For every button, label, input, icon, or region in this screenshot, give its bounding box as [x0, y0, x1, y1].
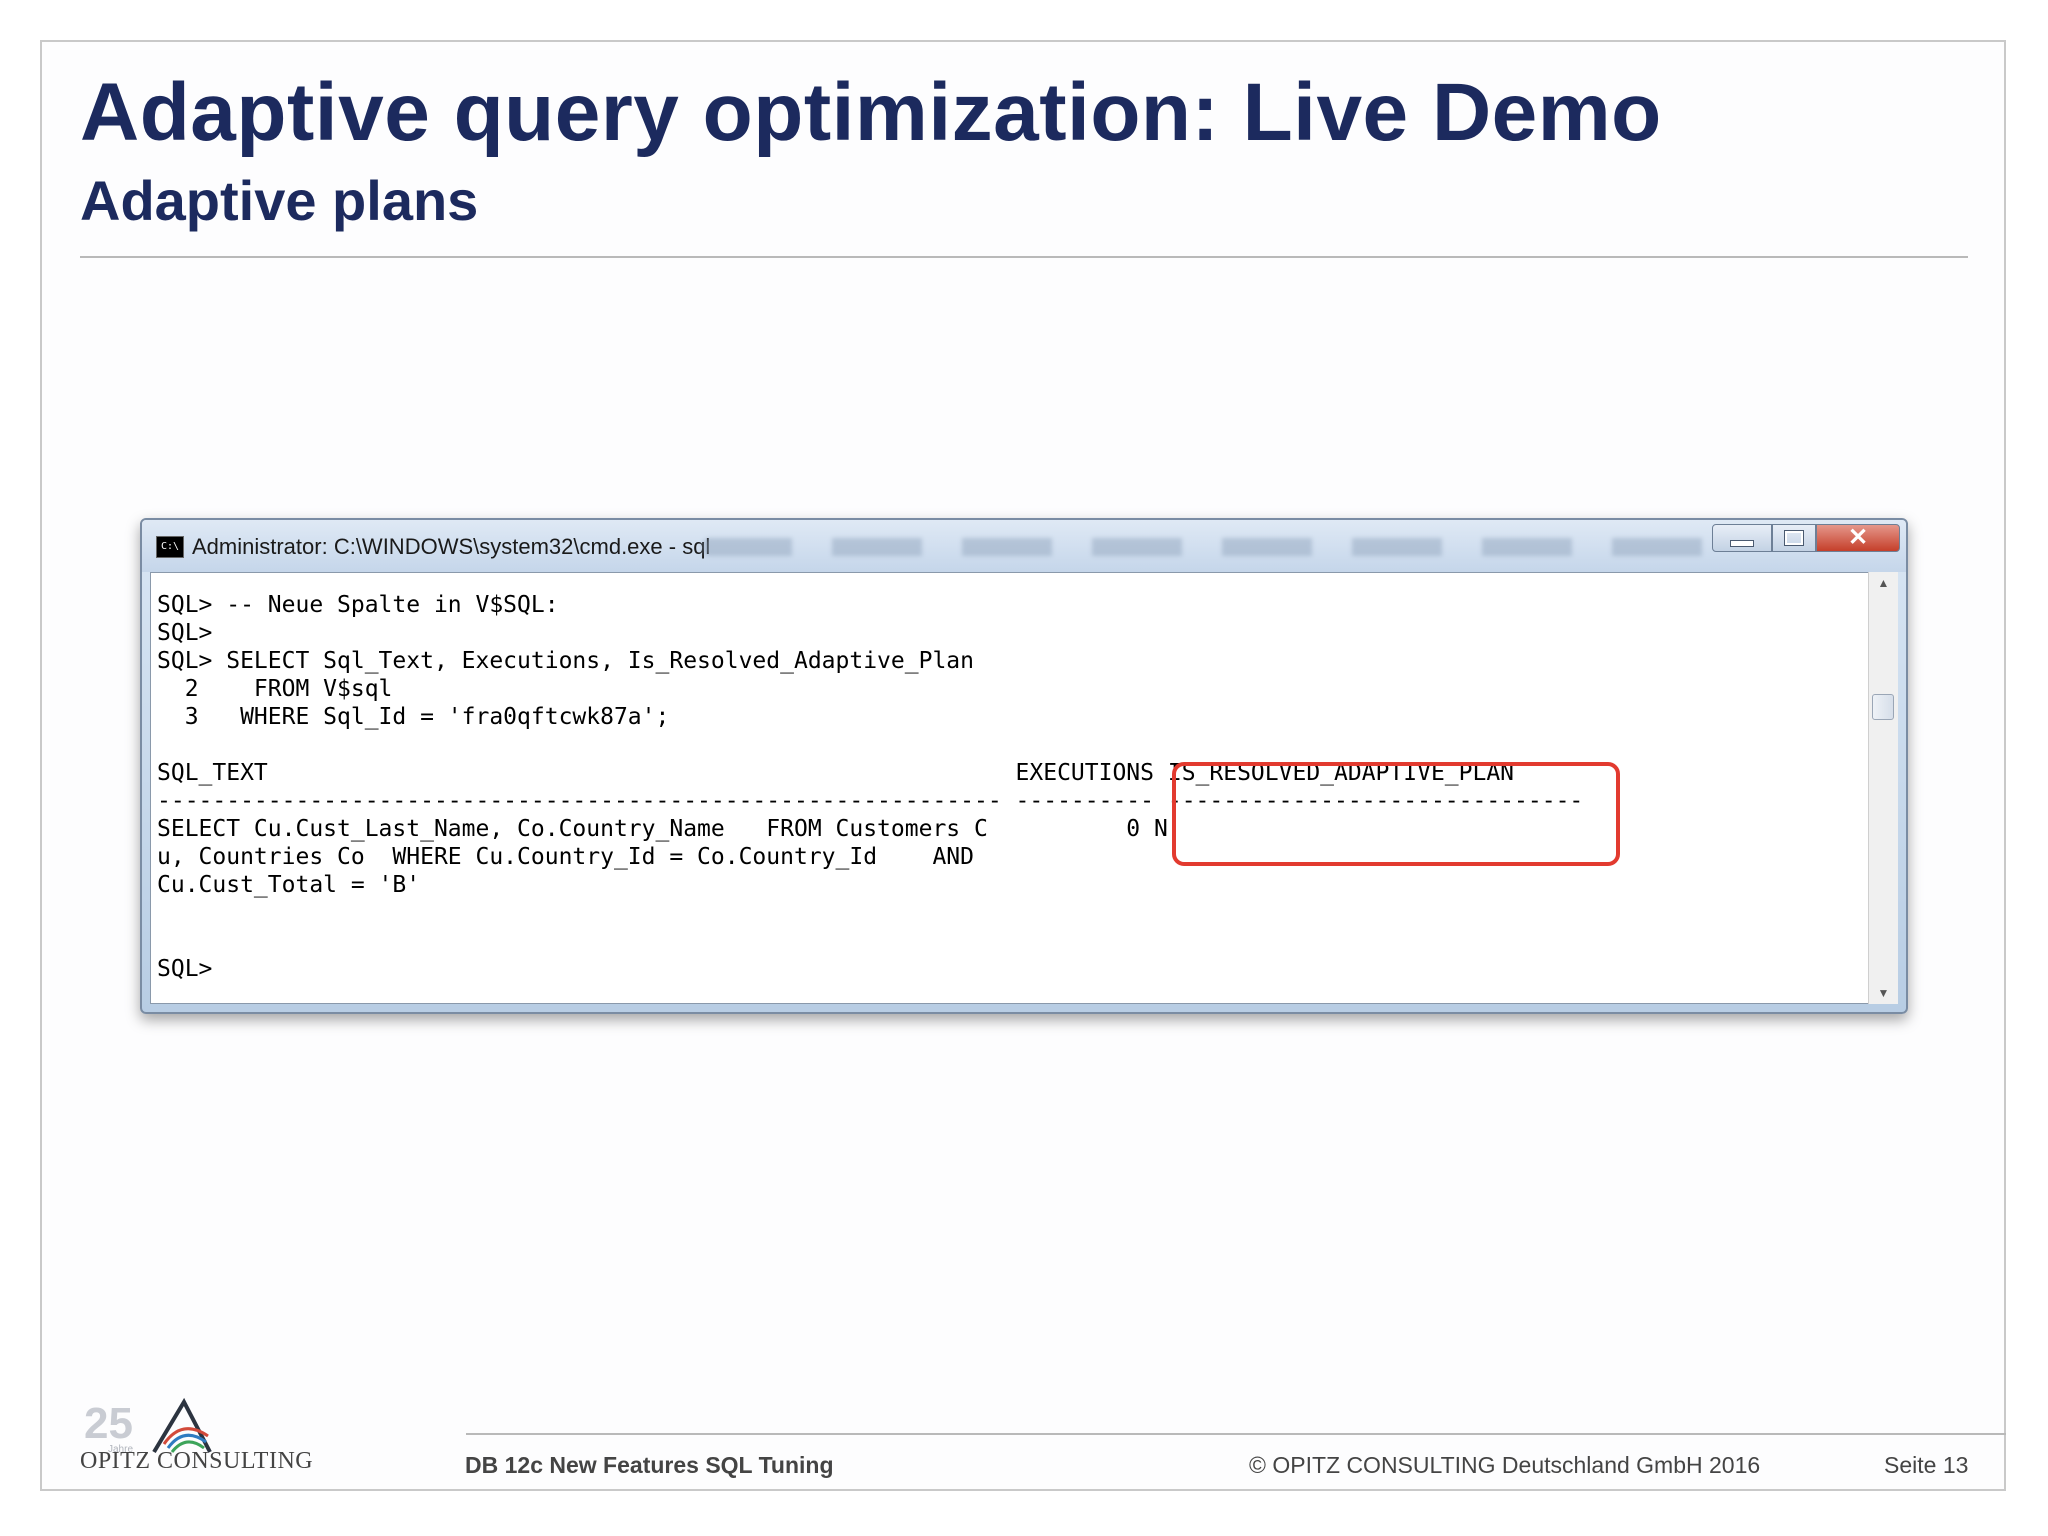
- console-line: 2 FROM V$sql: [157, 676, 393, 702]
- logo-text: OPITZ CONSULTING: [80, 1448, 314, 1474]
- background-taskbar-ghost: [702, 538, 1712, 556]
- console-line: Cu.Cust_Total = 'B': [157, 872, 421, 898]
- console-line: SQL>: [157, 956, 213, 982]
- company-logo: 25 Jahre: [84, 1397, 212, 1455]
- footer-copyright: © OPITZ CONSULTING Deutschland GmbH 2016: [1249, 1452, 1761, 1478]
- cmd-icon: C:\: [156, 536, 184, 558]
- cmd-window[interactable]: C:\ Administrator: C:\WINDOWS\system32\c…: [140, 518, 1908, 1014]
- minimize-button[interactable]: [1712, 524, 1772, 552]
- console-line: SQL> -- Neue Spalte in V$SQL:: [157, 592, 559, 618]
- console-line: SQL>: [157, 620, 213, 646]
- scroll-up-icon[interactable]: ▲: [1869, 572, 1898, 594]
- console-line: SELECT Cu.Cust_Last_Name, Co.Country_Nam…: [157, 816, 1168, 842]
- slide-subtitle: Adaptive plans: [80, 169, 479, 232]
- close-button[interactable]: ✕: [1816, 524, 1900, 552]
- maximize-button[interactable]: [1772, 524, 1816, 552]
- maximize-icon: [1784, 530, 1804, 546]
- window-titlebar[interactable]: C:\ Administrator: C:\WINDOWS\system32\c…: [142, 520, 1906, 572]
- footer-page-number: Seite 13: [1884, 1452, 1969, 1478]
- logo-number: 25: [84, 1399, 133, 1448]
- console-line: 3 WHERE Sql_Id = 'fra0qftcwk87a';: [157, 704, 670, 730]
- close-icon: ✕: [1847, 524, 1869, 551]
- footer-divider: [466, 1433, 2006, 1435]
- scroll-thumb[interactable]: [1872, 694, 1894, 720]
- console-line: SQL> SELECT Sql_Text, Executions, Is_Res…: [157, 648, 974, 674]
- vertical-scrollbar[interactable]: ▲ ▼: [1868, 572, 1898, 1004]
- slide-title: Adaptive query optimization: Live Demo: [80, 67, 1662, 158]
- minimize-icon: [1730, 539, 1754, 547]
- title-divider: [80, 256, 1968, 258]
- console-line: u, Countries Co WHERE Cu.Country_Id = Co…: [157, 844, 974, 870]
- footer-presentation-title: DB 12c New Features SQL Tuning: [465, 1452, 834, 1478]
- scroll-down-icon[interactable]: ▼: [1869, 982, 1898, 1004]
- window-title: Administrator: C:\WINDOWS\system32\cmd.e…: [192, 534, 711, 559]
- highlight-annotation: [1172, 762, 1620, 866]
